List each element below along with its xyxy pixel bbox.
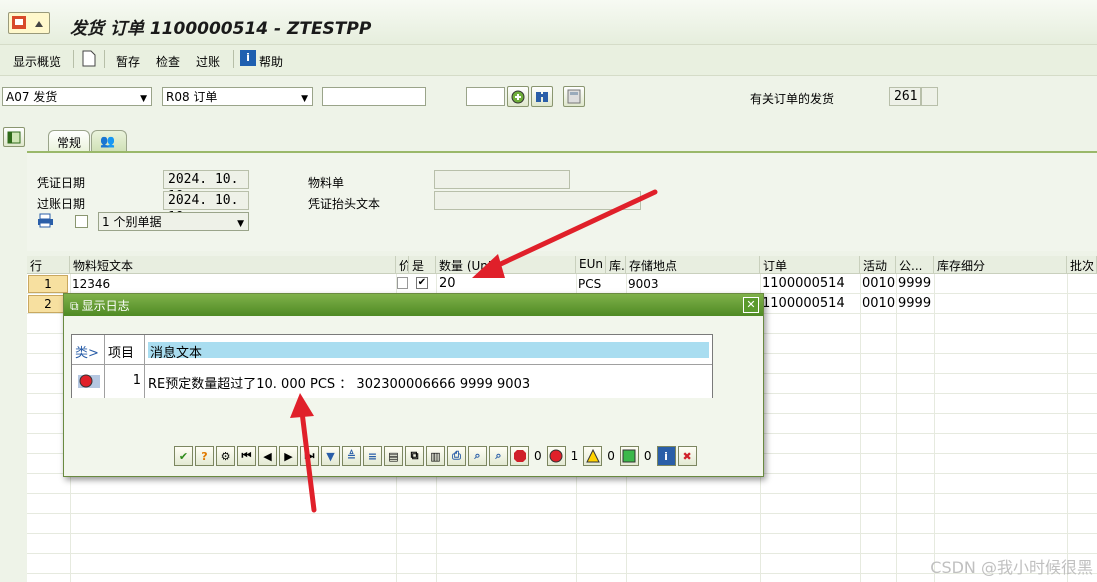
annotation-arrows bbox=[290, 189, 658, 513]
annotation-arrow-quantity bbox=[489, 189, 658, 271]
arrowhead-quantity bbox=[472, 254, 505, 278]
watermark: CSDN @我小时候很黑 bbox=[930, 558, 1093, 577]
arrowhead-message bbox=[290, 393, 314, 418]
annotation-arrow-message bbox=[299, 409, 317, 513]
